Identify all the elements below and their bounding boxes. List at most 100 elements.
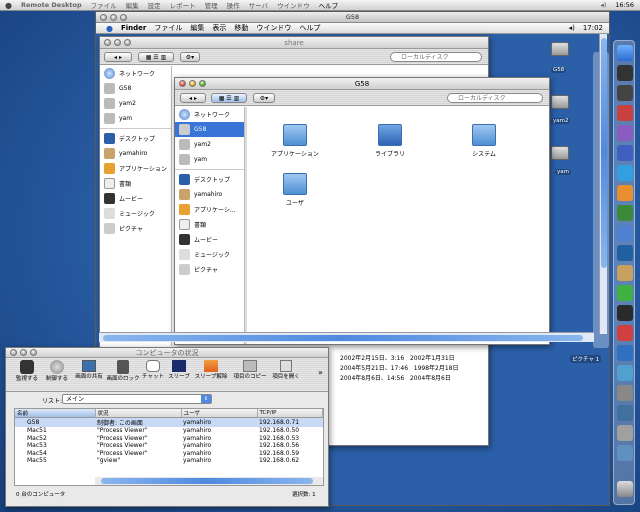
column-header-ip[interactable]: TCP/IP bbox=[257, 409, 323, 418]
menu-help[interactable]: ヘルプ bbox=[299, 23, 320, 33]
sidebar-item-yam[interactable]: yam bbox=[175, 152, 244, 167]
host-menu-settings[interactable]: 設定 bbox=[148, 0, 161, 10]
table-row[interactable]: G58 制御者: この画面 yamahiro 192.168.0.71 bbox=[15, 417, 323, 427]
app-icon[interactable] bbox=[617, 65, 633, 81]
column-header-status[interactable]: 状況 bbox=[95, 409, 182, 418]
remote-window-titlebar[interactable]: G58 bbox=[96, 12, 609, 23]
volume-icon[interactable]: ◂) bbox=[569, 24, 575, 32]
lock-screen-button[interactable]: 画面のロック bbox=[106, 360, 140, 382]
copy-items-button[interactable]: 項目のコピー bbox=[232, 360, 268, 380]
sidebar-item-music[interactable]: ミュージック bbox=[100, 206, 171, 221]
sidebar-item-movies[interactable]: ムービー bbox=[100, 191, 171, 206]
disk-icon[interactable] bbox=[551, 42, 569, 56]
action-button[interactable]: ⚙▾ bbox=[253, 93, 275, 103]
toolbar-overflow-icon[interactable]: » bbox=[318, 368, 323, 377]
app-icon[interactable] bbox=[617, 385, 633, 401]
sidebar-item-desktop[interactable]: デスクトップ bbox=[100, 131, 171, 146]
sidebar-item-g58[interactable]: G58 bbox=[100, 81, 171, 96]
sidebar-item-desktop[interactable]: デスクトップ bbox=[175, 172, 244, 187]
host-menu-action[interactable]: 操作 bbox=[227, 0, 240, 10]
menu-view[interactable]: 表示 bbox=[212, 23, 226, 33]
app-icon[interactable] bbox=[617, 265, 633, 281]
list-item[interactable]: 2002年2月15日、3:16 2002年1月31日 bbox=[340, 353, 455, 362]
scroll-thumb[interactable] bbox=[103, 335, 583, 341]
list-item[interactable]: 2004年5月21日、17:46 1998年2月18日 bbox=[340, 363, 458, 372]
menu-go[interactable]: 移動 bbox=[234, 23, 248, 33]
app-icon[interactable] bbox=[617, 285, 633, 301]
mac-clock[interactable]: 17:02 bbox=[583, 24, 603, 32]
scroll-thumb[interactable] bbox=[101, 478, 313, 484]
host-menu-server[interactable]: サーバ bbox=[249, 0, 268, 10]
disk-icon[interactable] bbox=[551, 95, 569, 109]
action-button[interactable]: ⚙▾ bbox=[180, 52, 200, 62]
table-row[interactable]: Mac52 "Process Viewer" yamahiro 192.168.0.5… bbox=[15, 435, 323, 443]
close-button[interactable] bbox=[179, 80, 186, 87]
sidebar-item-home[interactable]: yamahiro bbox=[175, 187, 244, 202]
menu-file[interactable]: ファイル bbox=[154, 23, 182, 33]
host-menu-report[interactable]: レポート bbox=[170, 0, 196, 10]
close-button[interactable] bbox=[100, 14, 107, 21]
sidebar-item-applications[interactable]: アプリケーション bbox=[100, 161, 171, 176]
view-buttons[interactable]: ▦ ☰ ▥ bbox=[138, 52, 174, 62]
column-header-user[interactable]: ユーザ bbox=[181, 409, 258, 418]
sidebar-item-yam2[interactable]: yam2 bbox=[175, 137, 244, 152]
host-menu-file[interactable]: ファイル bbox=[91, 0, 117, 10]
host-menu-help[interactable]: ヘルプ bbox=[319, 0, 339, 10]
app-icon[interactable] bbox=[617, 365, 633, 381]
host-app-menu[interactable]: Remote Desktop bbox=[21, 1, 82, 9]
volume-icon[interactable]: ◂) bbox=[600, 1, 606, 9]
column-header-name[interactable]: 名前 bbox=[15, 409, 96, 418]
finder-g58-titlebar[interactable]: G58 bbox=[175, 78, 549, 90]
minimize-button[interactable] bbox=[110, 14, 117, 21]
close-button[interactable] bbox=[10, 349, 17, 356]
table-row[interactable]: Mac55 "gview" yamahiro 192.168.0.62 bbox=[15, 457, 323, 465]
sleep-button[interactable]: スリープ bbox=[166, 360, 192, 380]
table-row[interactable]: Mac53 "Process Viewer" yamahiro 192.168.0.5… bbox=[15, 442, 323, 450]
sidebar-item-yam[interactable]: yam bbox=[100, 111, 171, 126]
folder-icon[interactable] bbox=[378, 124, 402, 146]
folder-icon[interactable] bbox=[283, 173, 307, 195]
close-button[interactable] bbox=[104, 39, 111, 46]
folder-icon[interactable] bbox=[472, 124, 496, 146]
search-field[interactable]: ローカルディスク bbox=[390, 52, 482, 62]
horizontal-scrollbar[interactable] bbox=[95, 477, 323, 485]
open-items-button[interactable]: 項目を開く bbox=[270, 360, 302, 380]
observe-button[interactable]: 監視する bbox=[12, 360, 42, 382]
sidebar-item-music[interactable]: ミュージック bbox=[175, 247, 244, 262]
host-menu-window[interactable]: ウインドウ bbox=[277, 0, 310, 10]
scroll-thumb[interactable] bbox=[601, 38, 607, 268]
app-icon[interactable] bbox=[617, 125, 633, 141]
control-button[interactable]: 制御する bbox=[42, 360, 72, 382]
sidebar-item-network[interactable]: ネットワーク bbox=[175, 107, 244, 122]
app-icon[interactable] bbox=[617, 145, 633, 161]
table-row[interactable]: Mac51 "Process Viewer" yamahiro 192.168.0.5… bbox=[15, 427, 323, 435]
wake-button[interactable]: スリープ解除 bbox=[192, 360, 230, 380]
app-icon[interactable] bbox=[617, 305, 633, 321]
app-icon[interactable] bbox=[617, 325, 633, 341]
sidebar-item-network[interactable]: ネットワーク bbox=[100, 66, 171, 81]
menu-edit[interactable]: 編集 bbox=[190, 23, 204, 33]
sidebar-item-pictures[interactable]: ピクチャ bbox=[175, 262, 244, 277]
app-icon[interactable] bbox=[617, 165, 633, 181]
app-icon[interactable] bbox=[617, 205, 633, 221]
minimize-button[interactable] bbox=[189, 80, 196, 87]
chat-button[interactable]: チャット bbox=[140, 360, 166, 380]
zoom-button[interactable] bbox=[199, 80, 206, 87]
zoom-button[interactable] bbox=[30, 349, 37, 356]
host-clock[interactable]: 16:56 bbox=[615, 1, 634, 9]
back-button[interactable]: ◂ ▸ bbox=[180, 93, 206, 103]
table-row[interactable]: Mac54 "Process Viewer" yamahiro 192.168.0.5… bbox=[15, 450, 323, 458]
menu-window[interactable]: ウインドウ bbox=[256, 23, 291, 33]
remote-dock-scrollbar[interactable] bbox=[599, 34, 607, 334]
app-icon[interactable] bbox=[617, 105, 633, 121]
folder-icon[interactable] bbox=[283, 124, 307, 146]
app-icon[interactable] bbox=[617, 245, 633, 261]
zoom-button[interactable] bbox=[124, 39, 131, 46]
app-icon[interactable] bbox=[617, 345, 633, 361]
sidebar-item-pictures[interactable]: ピクチャ bbox=[100, 221, 171, 236]
app-icon[interactable] bbox=[617, 225, 633, 241]
share-screen-button[interactable]: 画面の共有 bbox=[72, 360, 106, 380]
apple-menu-icon[interactable]: ● bbox=[5, 1, 12, 10]
sidebar-item-movies[interactable]: ムービー bbox=[175, 232, 244, 247]
sidebar-item-yam2[interactable]: yam2 bbox=[100, 96, 171, 111]
